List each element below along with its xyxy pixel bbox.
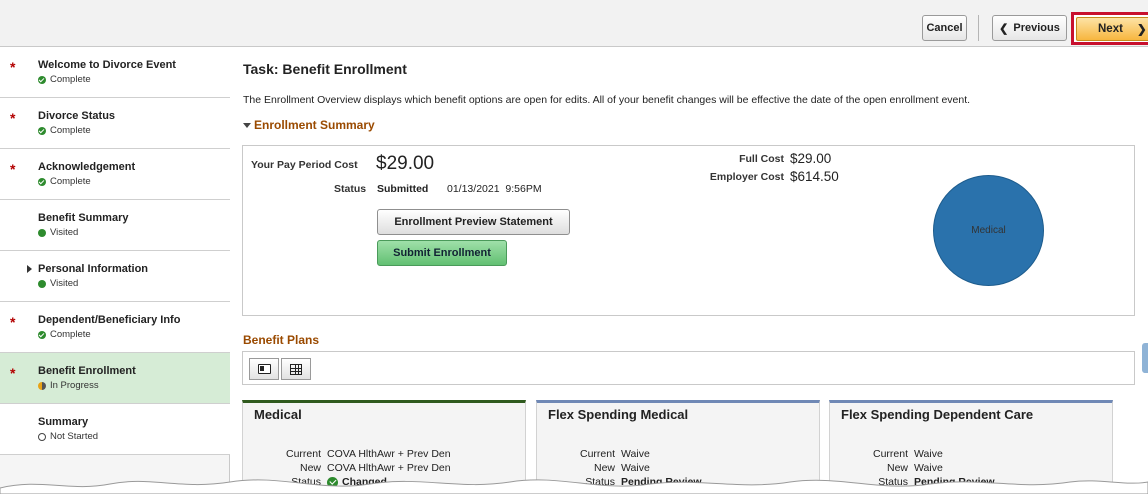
next-button-highlight: Next ❯ [1071,12,1148,45]
next-button[interactable]: Next ❯ [1076,17,1148,41]
sidebar-item-divorce-status[interactable]: * Divorce Status Complete [0,98,230,149]
required-icon: * [10,314,16,330]
sidebar-item-label: Summary [38,416,89,428]
top-toolbar: Cancel ❮ Previous Next ❯ [0,0,1148,47]
current-value: Waive [914,448,943,460]
sidebar-item-label: Dependent/Beneficiary Info [38,314,181,326]
plan-title: Medical [254,407,302,422]
section-heading: Enrollment Summary [254,118,375,132]
pie-slice-label: Medical [971,225,1006,236]
plan-title: Flex Spending Medical [548,407,689,422]
pay-period-cost-label: Your Pay Period Cost [251,159,358,171]
sidebar-item-label: Benefit Summary [38,212,129,224]
full-cost-label: Full Cost [739,153,784,165]
employer-cost-label: Employer Cost [709,171,784,183]
status-text: In Progress [50,380,99,391]
status-datetime: 01/13/2021 9:56PM [447,183,542,195]
benefit-plans-heading: Benefit Plans [243,333,320,347]
status-text: Complete [50,176,91,187]
sidebar-item-label: Welcome to Divorce Event [38,59,176,71]
current-label: Current [579,448,615,460]
view-toggle-bar [242,351,1135,385]
visited-icon [38,279,46,288]
employer-cost-value: $614.50 [790,169,839,184]
page-title: Task: Benefit Enrollment [243,61,407,77]
enrollment-summary-panel: Your Pay Period Cost $29.00 Status Submi… [242,145,1135,316]
sidebar-item-status: Visited [38,227,78,238]
required-icon: * [10,59,16,75]
grid-view-icon [290,363,302,375]
enrollment-preview-button[interactable]: Enrollment Preview Statement [377,209,570,235]
expand-arrow-icon[interactable] [27,265,32,273]
status-value: Submitted [377,183,429,195]
card-view-icon [257,364,271,374]
sidebar-item-status: Complete [38,74,91,85]
collapse-arrow-icon [243,122,251,128]
current-label: Current [872,448,908,460]
enrollment-summary-toggle[interactable]: Enrollment Summary [243,118,375,132]
sidebar-item-status: Complete [38,329,91,340]
not-started-icon [38,432,46,441]
status-text: Not Started [50,431,99,442]
pay-period-cost-value: $29.00 [376,153,435,174]
complete-icon [38,126,46,135]
in-progress-icon [38,381,46,390]
required-icon: * [10,161,16,177]
current-label: Current [285,448,321,460]
sidebar-item-benefit-enrollment[interactable]: * Benefit Enrollment In Progress [0,353,230,404]
visited-icon [38,228,46,237]
sidebar-item-label: Divorce Status [38,110,116,122]
required-icon: * [10,365,16,381]
step-sidebar: * Welcome to Divorce Event Complete * Di… [0,47,230,494]
complete-icon [38,330,46,339]
cost-pie-chart: Medical [933,175,1044,286]
status-text: Complete [50,125,91,136]
current-value: Waive [621,448,650,460]
torn-edge-decoration [0,479,1148,494]
status-label: Status [334,183,367,195]
chevron-right-icon: ❯ [1136,24,1147,36]
required-icon: * [10,110,16,126]
sidebar-item-label: Acknowledgement [38,161,136,173]
sidebar-item-status: In Progress [38,380,99,391]
status-text: Complete [50,329,91,340]
submit-enrollment-button[interactable]: Submit Enrollment [377,240,507,266]
previous-button-label: Previous [1013,22,1060,34]
card-view-button[interactable] [249,358,279,380]
cancel-button[interactable]: Cancel [922,15,967,41]
sidebar-item-status: Complete [38,176,91,187]
sidebar-item-benefit-summary[interactable]: Benefit Summary Visited [0,200,230,251]
previous-button[interactable]: ❮ Previous [992,15,1067,41]
sidebar-item-label: Personal Information [38,263,149,275]
grid-view-button[interactable] [281,358,311,380]
main-content: Task: Benefit Enrollment The Enrollment … [231,47,1148,494]
toolbar-divider [978,15,979,41]
sidebar-item-welcome[interactable]: * Welcome to Divorce Event Complete [0,47,230,98]
sidebar-item-status: Visited [38,278,78,289]
sidebar-item-dependent-beneficiary[interactable]: * Dependent/Beneficiary Info Complete [0,302,230,353]
sidebar-item-acknowledgement[interactable]: * Acknowledgement Complete [0,149,230,200]
side-panel-tab[interactable] [1142,343,1148,373]
status-text: Complete [50,74,91,85]
status-text: Visited [50,227,79,238]
complete-icon [38,177,46,186]
sidebar-item-status: Not Started [38,431,98,442]
overview-text: The Enrollment Overview displays which b… [243,94,971,106]
sidebar-item-personal-information[interactable]: Personal Information Visited [0,251,230,302]
chevron-left-icon: ❮ [999,22,1009,35]
sidebar-item-status: Complete [38,125,91,136]
complete-icon [38,75,46,84]
sidebar-item-label: Benefit Enrollment [38,365,136,377]
full-cost-value: $29.00 [790,151,832,166]
sidebar-item-summary[interactable]: Summary Not Started [0,404,230,455]
plan-title: Flex Spending Dependent Care [841,407,1034,422]
next-button-label: Next [1098,23,1123,35]
status-text: Visited [50,278,79,289]
current-value: COVA HlthAwr + Prev Den [327,448,451,460]
